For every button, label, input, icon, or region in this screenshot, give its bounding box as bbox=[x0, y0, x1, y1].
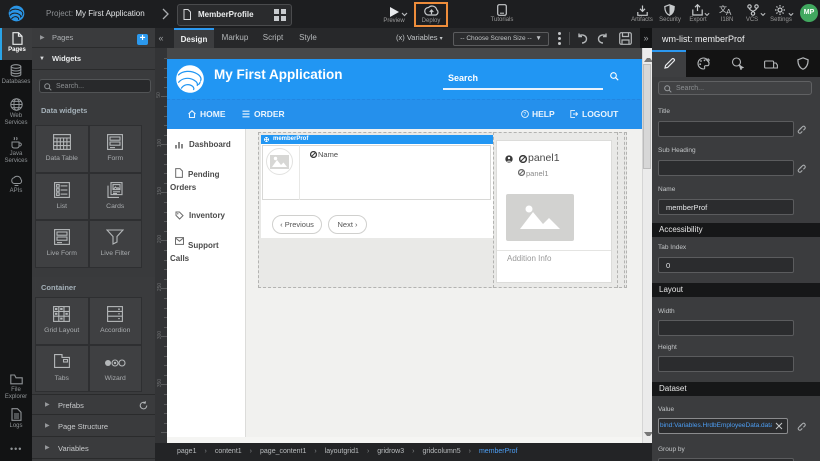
svg-text:?: ? bbox=[523, 112, 526, 118]
svg-text:A: A bbox=[726, 8, 732, 16]
